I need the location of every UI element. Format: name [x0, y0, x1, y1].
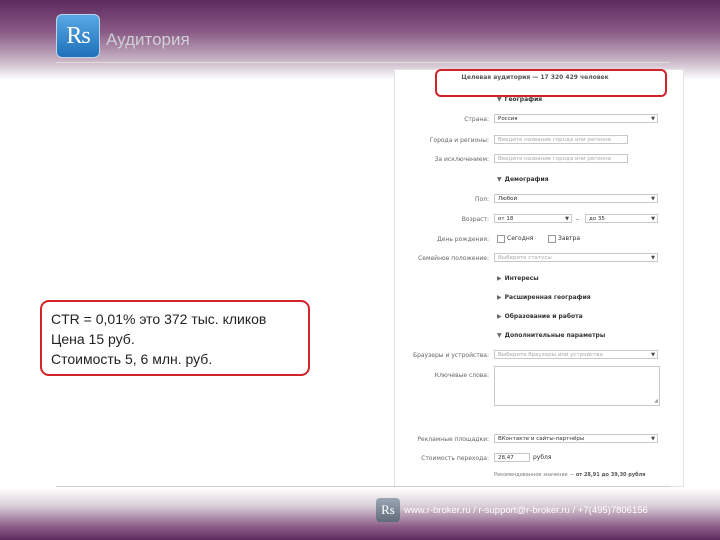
- triangle-right-icon: ▶: [497, 294, 502, 301]
- chevron-down-icon: ▼: [651, 116, 655, 122]
- country-select[interactable]: Россия ▼: [494, 114, 658, 123]
- keywords-label: Ключевые слова:: [434, 372, 489, 379]
- browsers-placeholder: Выберите браузеры или устройства: [498, 352, 603, 358]
- section-demo-label: Демография: [504, 176, 549, 183]
- recommended-prefix: Рекомендованное значение —: [494, 472, 576, 478]
- except-input[interactable]: Введите название города или региона: [494, 154, 628, 163]
- section-geo[interactable]: ▼ География: [497, 96, 542, 103]
- chevron-down-icon: ▼: [651, 216, 655, 222]
- chevron-down-icon: ▼: [651, 255, 655, 261]
- chevron-down-icon: ▼: [651, 436, 655, 442]
- gender-value: Любой: [498, 196, 518, 202]
- section-ext-geo[interactable]: ▶ Расширенная география: [497, 294, 591, 301]
- age-to-value: до 35: [589, 216, 605, 222]
- cities-placeholder: Введите название города или региона: [498, 137, 612, 143]
- browsers-label: Браузеры и устройства:: [412, 352, 489, 359]
- triangle-down-icon: ▼: [497, 176, 502, 183]
- birthday-tomorrow-checkbox[interactable]: [548, 235, 556, 243]
- age-from-value: от 18: [498, 216, 514, 222]
- footer-divider: [56, 486, 670, 487]
- birthday-tomorrow-label: Завтра: [558, 235, 581, 242]
- section-extra-label: Дополнительные параметры: [504, 332, 606, 339]
- cost-label: Стоимость перехода:: [421, 455, 489, 462]
- age-separator: –: [576, 216, 579, 223]
- gender-select[interactable]: Любой ▼: [494, 194, 658, 203]
- title-divider: [56, 62, 670, 63]
- triangle-down-icon: ▼: [497, 96, 502, 103]
- triangle-right-icon: ▶: [497, 313, 502, 320]
- except-label: За исключением:: [434, 156, 489, 163]
- resize-handle-icon[interactable]: ◢: [654, 398, 658, 404]
- section-interests[interactable]: ▶ Интересы: [497, 275, 539, 282]
- age-from-select[interactable]: от 18 ▼: [494, 214, 572, 223]
- section-ext-geo-label: Расширенная география: [504, 294, 591, 301]
- recommended-cost: Рекомендованное значение — от 28,91 до 3…: [494, 472, 664, 478]
- browsers-select[interactable]: Выберите браузеры или устройства ▼: [494, 350, 658, 359]
- ad-platforms-select[interactable]: ВКонтакте и сайты-партнёры ▼: [494, 434, 658, 443]
- ad-platforms-label: Рекламные площадки:: [417, 436, 489, 443]
- cost-unit: рубля: [533, 454, 552, 461]
- cost-input[interactable]: 28,47: [494, 453, 530, 462]
- cities-label: Города и регионы:: [429, 137, 489, 144]
- section-demo[interactable]: ▼ Демография: [497, 176, 549, 183]
- audience-form-screenshot: Целевая аудитория — 17 320 429 человек ▼…: [394, 69, 684, 487]
- age-label: Возраст:: [461, 216, 489, 223]
- birthday-today-checkbox[interactable]: [497, 235, 505, 243]
- slide-title: Аудитория: [106, 30, 190, 49]
- footer-logo: Rs: [376, 498, 400, 522]
- recommended-range: от 28,91 до 39,30 рубля: [575, 472, 646, 478]
- chevron-down-icon: ▼: [565, 216, 569, 222]
- country-value: Россия: [498, 116, 518, 122]
- ad-platforms-value: ВКонтакте и сайты-партнёры: [498, 436, 585, 442]
- footer-contacts[interactable]: www.r-broker.ru / r-support@r-broker.ru …: [404, 505, 648, 516]
- callout-line-price: Цена 15 руб.: [51, 331, 135, 347]
- section-interests-label: Интересы: [504, 275, 539, 282]
- marital-label: Семейное положение:: [418, 255, 489, 262]
- section-geo-label: География: [504, 96, 543, 103]
- logo: Rs: [56, 14, 100, 58]
- callout-line-ctr: CTR = 0,01% это 372 тыс. кликов: [51, 311, 267, 327]
- except-placeholder: Введите название города или региона: [498, 156, 612, 162]
- marital-placeholder: Выберите статусы: [498, 255, 552, 261]
- cities-input[interactable]: Введите название города или региона: [494, 135, 628, 144]
- footer-logo-text: Rs: [381, 502, 395, 517]
- age-to-select[interactable]: до 35 ▼: [585, 214, 658, 223]
- birthday-label: День рождения:: [437, 236, 489, 243]
- keywords-textarea[interactable]: ◢: [494, 366, 660, 406]
- section-education-label: Образование и работа: [504, 313, 583, 320]
- country-label: Страна:: [464, 116, 489, 123]
- chevron-down-icon: ▼: [651, 352, 655, 358]
- gender-label: Пол:: [474, 196, 489, 203]
- birthday-today-label: Сегодня: [507, 235, 534, 242]
- triangle-down-icon: ▼: [497, 332, 502, 339]
- logo-text: Rs: [66, 22, 90, 49]
- chevron-down-icon: ▼: [651, 196, 655, 202]
- highlight-frame: [435, 69, 667, 97]
- section-extra[interactable]: ▼ Дополнительные параметры: [497, 332, 605, 339]
- ctr-callout: CTR = 0,01% это 372 тыс. кликов Цена 15 …: [40, 300, 310, 376]
- marital-select[interactable]: Выберите статусы ▼: [494, 253, 658, 262]
- triangle-right-icon: ▶: [497, 275, 502, 282]
- section-education[interactable]: ▶ Образование и работа: [497, 313, 583, 320]
- callout-line-cost: Стоимость 5, 6 млн. руб.: [51, 351, 213, 367]
